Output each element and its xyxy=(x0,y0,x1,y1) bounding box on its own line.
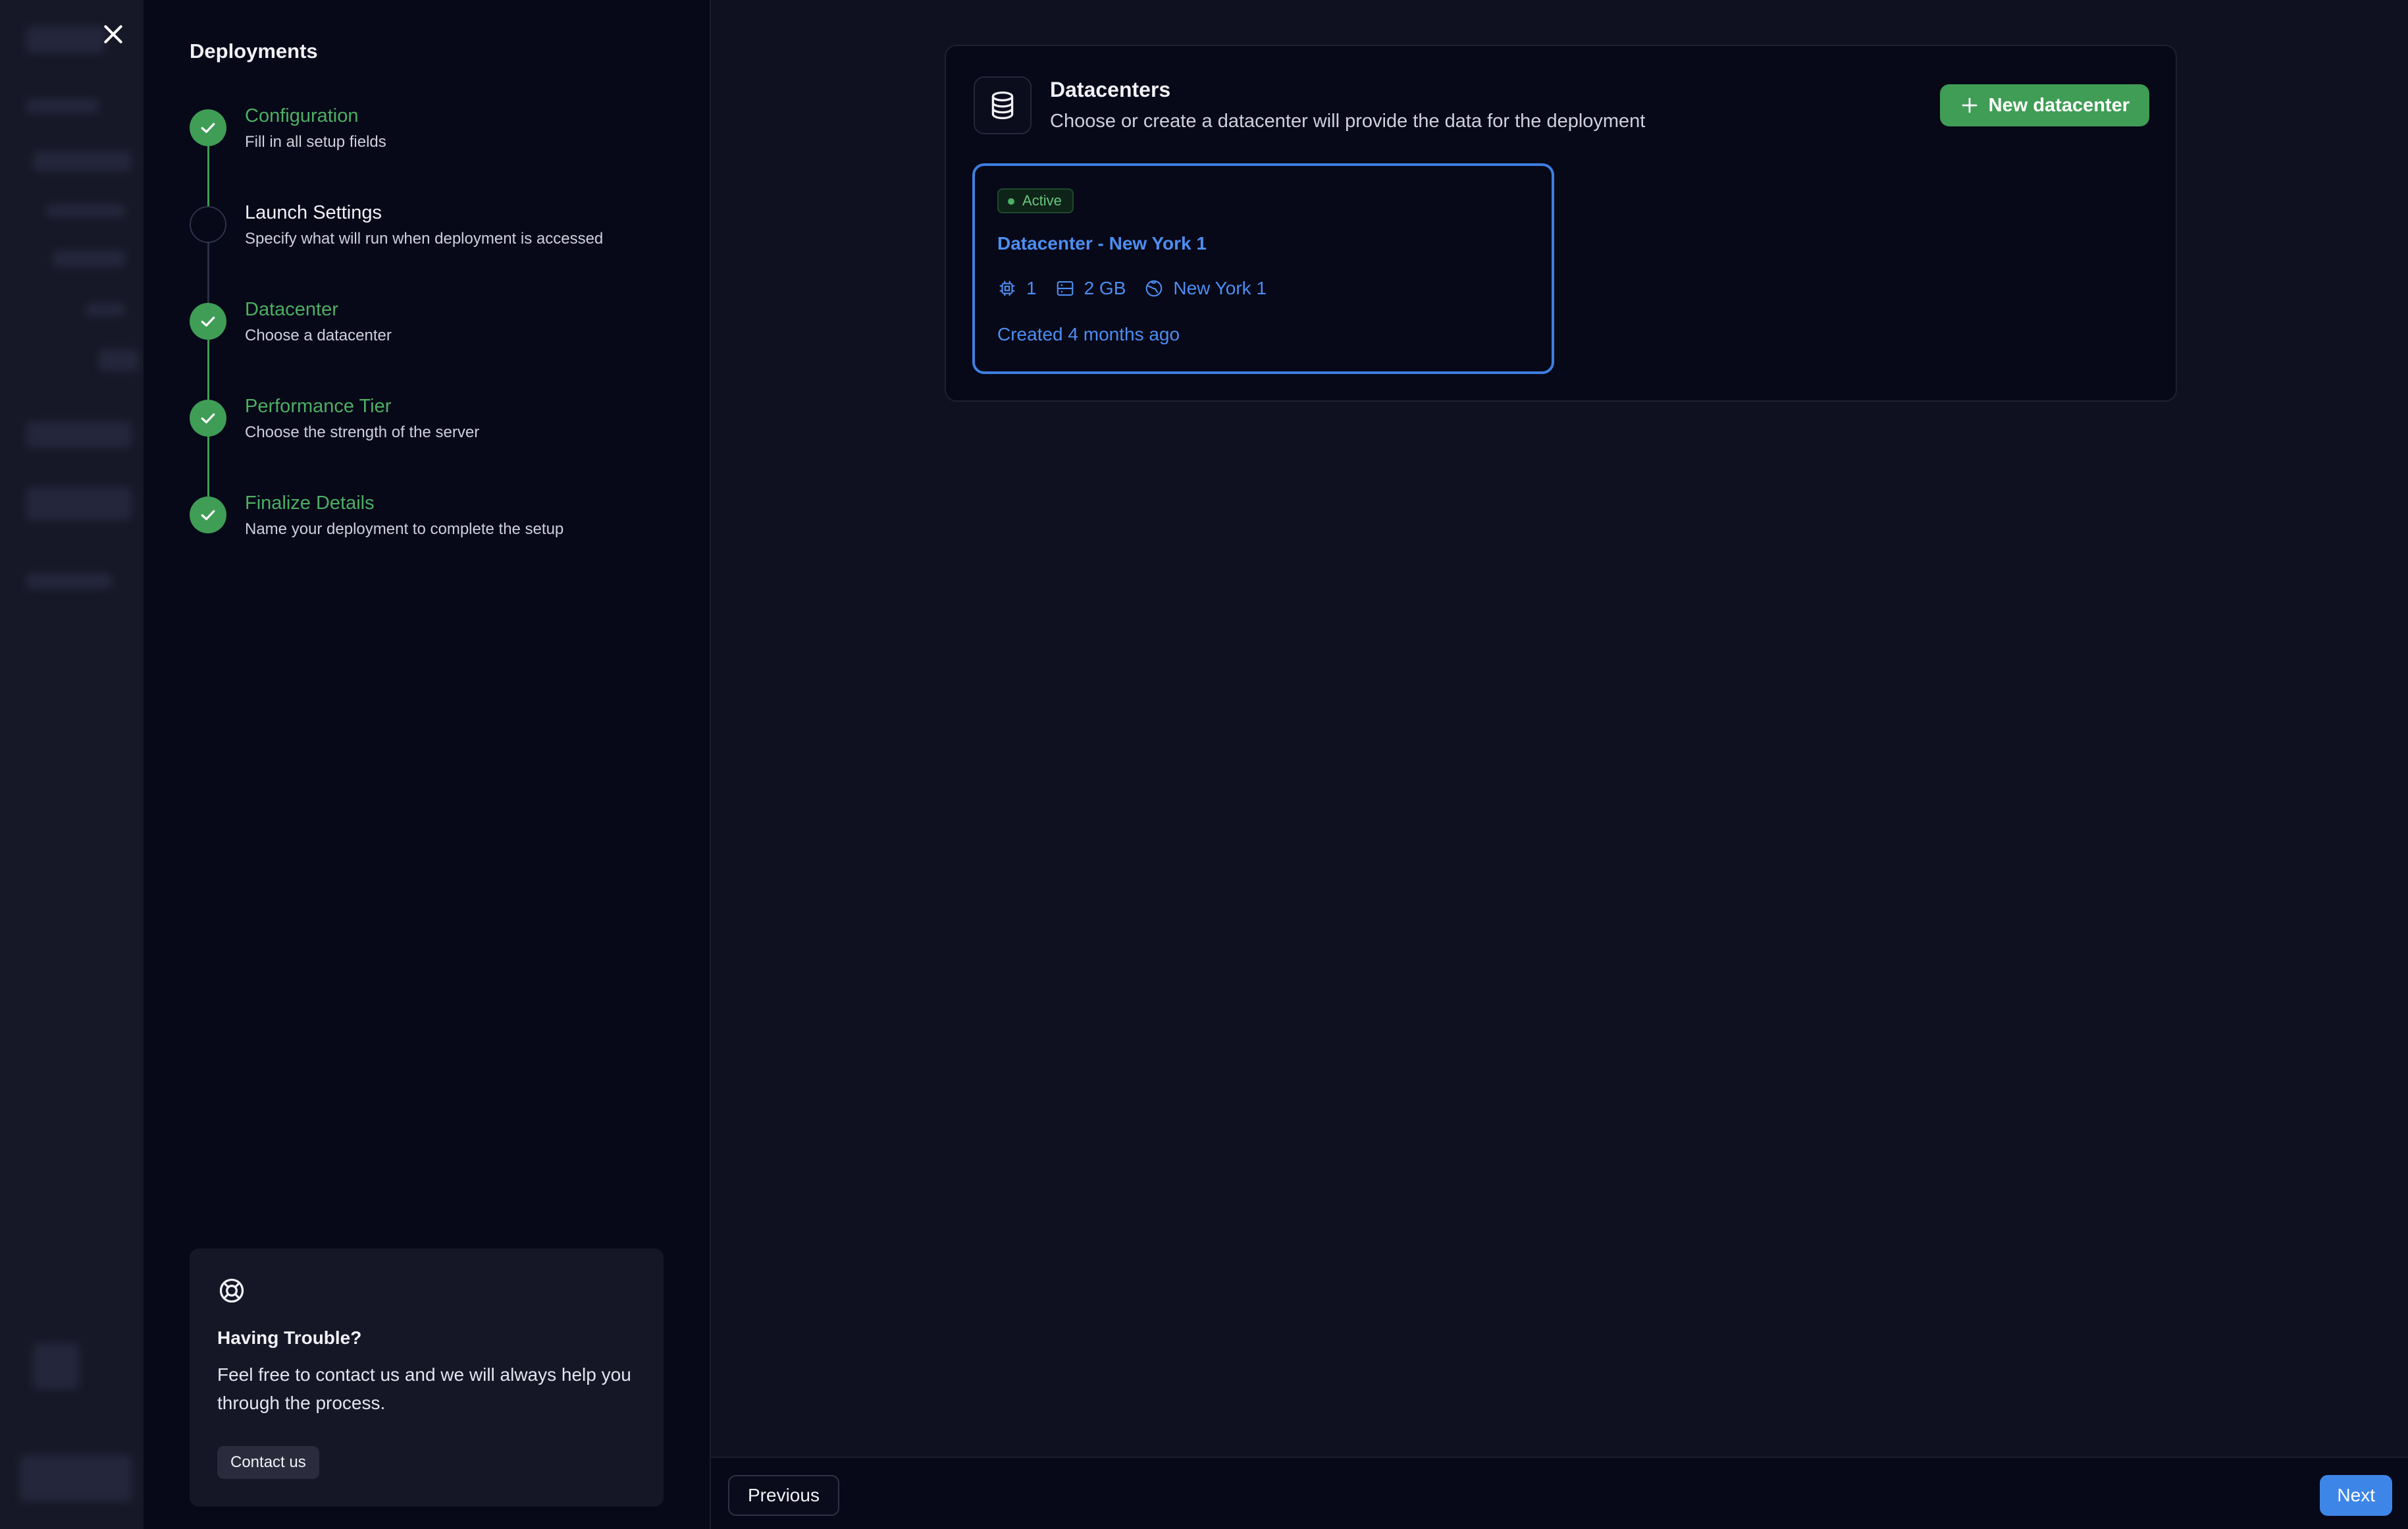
created-date: Created 4 months ago xyxy=(997,324,1180,344)
status-badge: Active xyxy=(997,188,1074,213)
step-title: Launch Settings xyxy=(245,202,382,223)
help-card: Having Trouble? Feel free to contact us … xyxy=(190,1248,664,1507)
datacenters-panel: Datacenters Choose or create a datacente… xyxy=(945,45,2177,402)
new-datacenter-button[interactable]: New datacenter xyxy=(1939,84,2149,126)
wizard-steps: Configuration Fill in all setup fields L… xyxy=(190,105,690,589)
background-app xyxy=(0,0,144,1529)
datacenters-title: Datacenters xyxy=(1050,78,1171,101)
lifebuoy-icon xyxy=(217,1276,246,1308)
plus-icon xyxy=(1962,97,1977,113)
step-title: Datacenter xyxy=(245,299,338,320)
check-icon xyxy=(190,303,226,340)
step-title: Finalize Details xyxy=(245,493,375,514)
database-icon xyxy=(974,76,1032,134)
step-performance-tier[interactable]: Performance Tier Choose the strength of … xyxy=(190,396,690,496)
contact-us-button[interactable]: Contact us xyxy=(217,1446,319,1479)
datacenter-specs: 1 2 GB New York 1 xyxy=(997,278,1267,299)
step-launch-settings[interactable]: Launch Settings Specify what will run wh… xyxy=(190,202,690,303)
memory-spec: 2 GB xyxy=(1055,278,1126,299)
wizard-panel: Deployments Configuration Fill in all se… xyxy=(144,0,711,1529)
check-icon xyxy=(190,400,226,437)
cpu-spec: 1 xyxy=(997,278,1037,299)
datacenters-subtitle: Choose or create a datacenter will provi… xyxy=(1050,111,1646,132)
step-connector xyxy=(207,243,209,303)
help-title: Having Trouble? xyxy=(217,1328,362,1348)
step-subtitle: Name your deployment to complete the set… xyxy=(245,520,564,538)
cpu-value: 1 xyxy=(1026,278,1037,298)
wizard-footer: Previous Next xyxy=(711,1457,2408,1529)
check-icon xyxy=(190,109,226,146)
globe-icon xyxy=(1146,280,1163,297)
new-datacenter-label: New datacenter xyxy=(1988,94,2130,116)
step-subtitle: Choose a datacenter xyxy=(245,327,392,344)
step-title: Configuration xyxy=(245,105,359,126)
next-button[interactable]: Next xyxy=(2320,1475,2392,1516)
step-datacenter[interactable]: Datacenter Choose a datacenter xyxy=(190,299,690,400)
previous-button[interactable]: Previous xyxy=(728,1475,839,1516)
cpu-icon xyxy=(999,281,1015,296)
step-title: Performance Tier xyxy=(245,396,392,417)
step-subtitle: Fill in all setup fields xyxy=(245,133,386,151)
check-icon xyxy=(190,496,226,533)
main-area: Datacenters Choose or create a datacente… xyxy=(711,0,2408,1457)
region-spec: New York 1 xyxy=(1144,278,1267,299)
step-subtitle: Choose the strength of the server xyxy=(245,423,480,441)
step-connector xyxy=(207,437,209,496)
step-subtitle: Specify what will run when deployment is… xyxy=(245,230,604,248)
close-icon[interactable] xyxy=(97,18,129,50)
help-text: Feel free to contact us and we will alwa… xyxy=(217,1364,631,1413)
wizard-title: Deployments xyxy=(190,40,318,63)
storage-icon xyxy=(1057,281,1073,296)
step-connector xyxy=(207,146,209,206)
datacenter-name: Datacenter - New York 1 xyxy=(997,233,1207,254)
pending-step-circle xyxy=(190,206,226,243)
step-finalize-details[interactable]: Finalize Details Name your deployment to… xyxy=(190,493,690,589)
region-value: New York 1 xyxy=(1173,278,1267,298)
memory-value: 2 GB xyxy=(1084,278,1126,298)
step-connector xyxy=(207,340,209,400)
step-configuration[interactable]: Configuration Fill in all setup fields xyxy=(190,105,690,206)
datacenter-card[interactable]: Active Datacenter - New York 1 1 2 GB Ne… xyxy=(972,163,1554,374)
